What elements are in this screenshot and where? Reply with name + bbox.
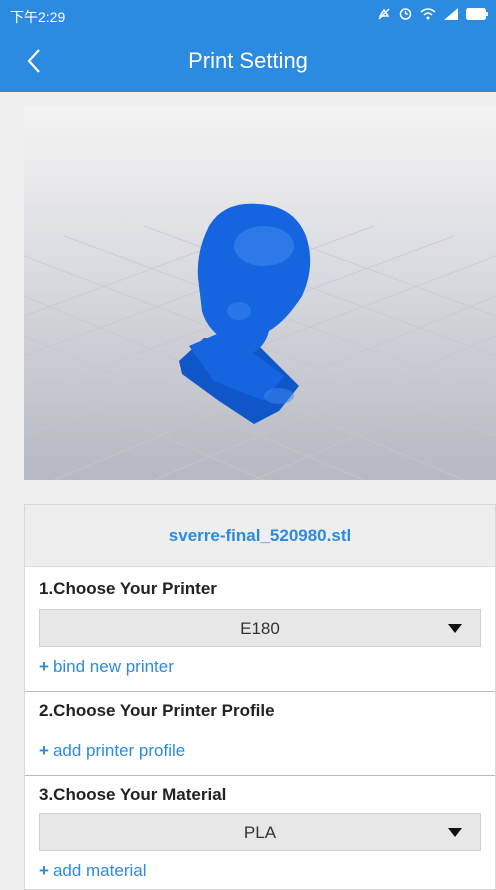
status-bar: 下午2:29 bbox=[0, 0, 496, 30]
page-title: Print Setting bbox=[188, 48, 308, 73]
choose-material-title: 3.Choose Your Material bbox=[39, 785, 227, 804]
printer-select[interactable]: E180 bbox=[39, 609, 481, 647]
add-material-link[interactable]: + add material bbox=[39, 861, 147, 881]
add-printer-profile-link[interactable]: + add printer profile bbox=[39, 741, 185, 761]
plus-icon: + bbox=[39, 741, 49, 760]
battery-icon bbox=[466, 7, 488, 25]
printer-select-value: E180 bbox=[240, 619, 280, 638]
mute-icon bbox=[377, 7, 391, 26]
model-viewer-canvas bbox=[24, 203, 496, 480]
dropdown-arrow-icon bbox=[448, 828, 462, 837]
add-printer-profile-label: add printer profile bbox=[52, 741, 186, 760]
status-time: 下午2:29 bbox=[10, 9, 66, 25]
bind-new-printer-link[interactable]: + bind new printer bbox=[39, 657, 174, 677]
signal-icon bbox=[443, 7, 459, 26]
material-select[interactable]: PLA bbox=[39, 813, 481, 851]
bind-new-printer-label: bind new printer bbox=[52, 657, 174, 676]
material-select-value: PLA bbox=[243, 823, 277, 842]
choose-printer-title: 1.Choose Your Printer bbox=[39, 579, 217, 598]
wifi-icon bbox=[420, 7, 436, 26]
3d-model bbox=[179, 203, 311, 424]
plus-icon: + bbox=[39, 861, 49, 880]
add-material-label: add material bbox=[52, 861, 147, 880]
alarm-icon bbox=[398, 6, 413, 26]
status-icons bbox=[377, 6, 488, 26]
app-bar: Print Setting bbox=[0, 30, 496, 92]
divider bbox=[25, 691, 495, 692]
file-name: sverre-final_520980.stl bbox=[25, 505, 495, 567]
divider bbox=[25, 775, 495, 776]
dropdown-arrow-icon bbox=[448, 624, 462, 633]
plus-icon: + bbox=[39, 657, 49, 676]
model-viewer[interactable] bbox=[24, 106, 496, 480]
main-content: sverre-final_520980.stl 1.Choose Your Pr… bbox=[0, 92, 496, 890]
choose-profile-title: 2.Choose Your Printer Profile bbox=[39, 701, 275, 720]
print-settings-panel: sverre-final_520980.stl 1.Choose Your Pr… bbox=[24, 504, 496, 890]
